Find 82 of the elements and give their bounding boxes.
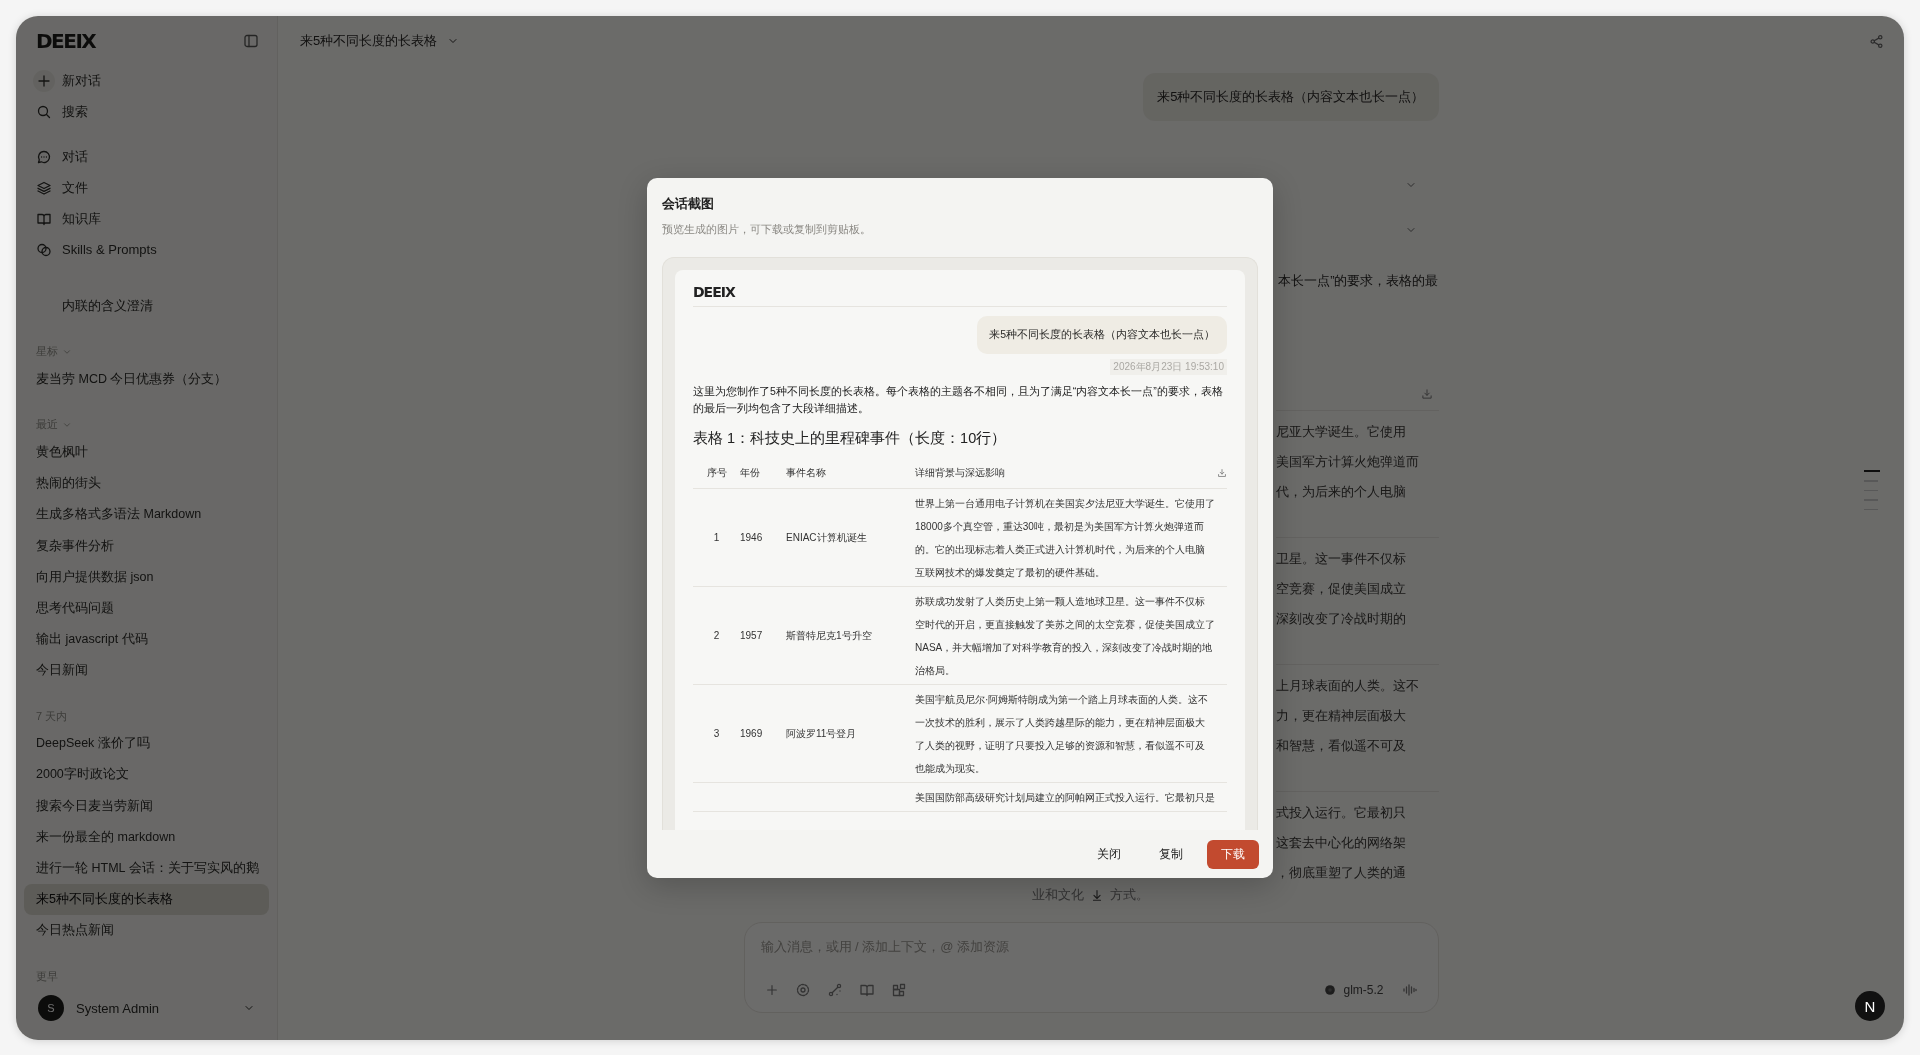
- table-cell: 1: [713, 532, 720, 543]
- history-item[interactable]: 热闹的街头: [24, 468, 269, 500]
- download-icon: [1217, 468, 1227, 478]
- history-item[interactable]: 生成多格式多语法 Markdown: [24, 499, 269, 531]
- column-header: 序号: [706, 466, 727, 480]
- history-item[interactable]: DeepSeek 涨价了吗: [24, 728, 269, 760]
- plus-icon: [33, 70, 55, 93]
- timestamp: 2026年8月23日 19:53:10: [1110, 359, 1227, 375]
- dialog-subtitle: 预览生成的图片，可下载或复制到剪贴板。: [662, 222, 872, 237]
- table-cell: 2: [713, 630, 720, 641]
- nav-item[interactable]: 文件: [24, 172, 269, 204]
- table-cell: 阿波罗11号登月: [786, 726, 857, 741]
- floating-button[interactable]: N: [1855, 991, 1885, 1021]
- table-text-fragment: 空竞赛，促使美国成立: [1275, 580, 1407, 598]
- table-cell: 1946: [740, 532, 763, 543]
- logo: DEEIX: [693, 284, 737, 300]
- overlapping-circles-icon: [36, 241, 52, 258]
- share-button[interactable]: [1869, 33, 1884, 49]
- user-name: System Admin: [76, 1000, 161, 1016]
- column-header: 年份: [740, 466, 760, 480]
- table-cell: 1969: [740, 728, 763, 739]
- dialog-button[interactable]: 复制: [1145, 839, 1197, 869]
- chat-bubble-icon: [36, 149, 52, 165]
- table-text-fragment: 力，更在精神层面极大: [1275, 707, 1407, 725]
- avatar: S: [38, 995, 64, 1022]
- history-item[interactable]: 2000字时政论文: [24, 759, 269, 791]
- nav-item[interactable]: Skills & Prompts: [24, 234, 269, 266]
- history-item[interactable]: 麦当劳 MCD 今日优惠券（分支）: [24, 363, 269, 395]
- dialog-title: 会话截图: [662, 195, 715, 213]
- history-item[interactable]: 搜索今日麦当劳新闻: [24, 790, 269, 822]
- history-item[interactable]: 思考代码问题: [24, 592, 269, 624]
- table-text-fragment: 代，为后来的个人电脑: [1275, 483, 1407, 501]
- plus-icon: [764, 983, 779, 997]
- user-message: 来5种不同长度的长表格（内容文本也长一点）: [977, 316, 1227, 354]
- nav-item[interactable]: 对话: [24, 141, 269, 173]
- logo: DEEIX: [36, 28, 96, 53]
- table-text-fragment: 式投入运行。它最初只: [1275, 804, 1407, 822]
- sidebar-toggle-icon: [243, 32, 259, 49]
- share-icon: [1869, 33, 1884, 49]
- column-header: 事件名称: [786, 466, 826, 480]
- table-heading: 表格 1：科技史上的里程碑事件（长度：10行）: [693, 429, 1008, 448]
- outline-markers[interactable]: [1864, 470, 1880, 510]
- link-icon: [826, 982, 843, 998]
- sidebar-sub-item[interactable]: 内联的含义澄清: [24, 291, 269, 322]
- voice-wave-icon: [1401, 982, 1418, 998]
- nav-item[interactable]: 知识库: [24, 203, 269, 235]
- table-cell: ENIAC计算机诞生: [786, 530, 867, 545]
- table-cell: 斯普特尼克1号升空: [786, 628, 872, 643]
- download-button[interactable]: 下载: [1207, 839, 1259, 869]
- table-text-fragment: 尼亚大学诞生。它使用: [1275, 423, 1407, 441]
- apps-icon: [890, 982, 907, 998]
- table-text-fragment: 这套去中心化的网络架: [1275, 834, 1407, 852]
- history-item[interactable]: 向用户提供数据 json: [24, 561, 269, 593]
- search-icon: [36, 104, 52, 121]
- table-text-fragment: 深刻改变了冷战时期的: [1275, 610, 1407, 628]
- table-cell-text: 世界上第一台通用电子计算机在美国宾夕法尼亚大学诞生。它使用了 18000多个真空管，重达30吨，最初是为美国军方计算火炮弹道而 的。它的出现标志着人类正式进入计算机时代，为后来的个人电脑 互联网技术的爆发奠定了最初的硬件基础。: [915, 497, 1216, 580]
- model-selector[interactable]: glm-5.2: [1317, 982, 1390, 998]
- new-chat-button[interactable]: 新对话: [24, 65, 269, 97]
- history-item[interactable]: 今日新闻: [24, 655, 269, 687]
- column-header: 详细背景与深远影响: [915, 466, 1005, 480]
- table-cell-text: 美国宇航员尼尔·阿姆斯特朗成为第一个踏上月球表面的人类。这不 一次技术的胜利，展示了人类跨越星际的能力，更在精神层面极大 了人类的视野，证明了只要投入足够的资源和智慧，看似遥不可及 也能成为现实。: [915, 693, 1210, 776]
- intro-paragraph: 这里为您制作了5种不同长度的长表格。每个表格的主题各不相同，且为了满足“内容文本长一点”的要求，表格的最后一列均包含了大段详细描述。: [693, 384, 1224, 416]
- table-cell-text: 苏联成功发射了人类历史上第一颗人造地球卫星。这一事件不仅标 空时代的开启，更直接触发了美苏之间的太空竞赛，促使美国成立了 NASA，并大幅增加了对科学教育的投入，深刻改变了冷战时期的地 治格局。: [915, 595, 1216, 678]
- history-item[interactable]: 今日热点新闻: [24, 915, 269, 947]
- chat-title-button[interactable]: 来5种不同长度的长表格: [300, 32, 460, 50]
- history-item[interactable]: 输出 javascript 代码: [24, 623, 269, 656]
- table-cell-text: 美国国防部高级研究计划局建立的阿帕网正式投入运行。它最初只是: [915, 791, 1216, 805]
- history-item[interactable]: 复杂事件分析: [24, 530, 269, 562]
- download-icon: [1420, 388, 1433, 400]
- table-text-fragment: 上月球表面的人类。这不: [1275, 677, 1420, 695]
- search-button[interactable]: 搜索: [24, 96, 269, 128]
- model-icon: [1323, 983, 1338, 997]
- table-cell: 3: [713, 728, 720, 739]
- table-text-fragment: 和智慧，看似遥不可及: [1275, 737, 1407, 755]
- table-cell: 1957: [740, 630, 763, 641]
- history-item[interactable]: 黄色枫叶: [24, 436, 269, 469]
- dialog-button[interactable]: 关闭: [1083, 839, 1135, 869]
- book-icon: [858, 982, 875, 998]
- layers-icon: [36, 179, 52, 196]
- table-text-fragment: ，彻底重塑了人类的通: [1275, 864, 1407, 882]
- table-text-fragment: 美国军方计算火炮弹道而: [1275, 453, 1420, 471]
- history-item[interactable]: 来5种不同长度的长表格: [24, 884, 269, 916]
